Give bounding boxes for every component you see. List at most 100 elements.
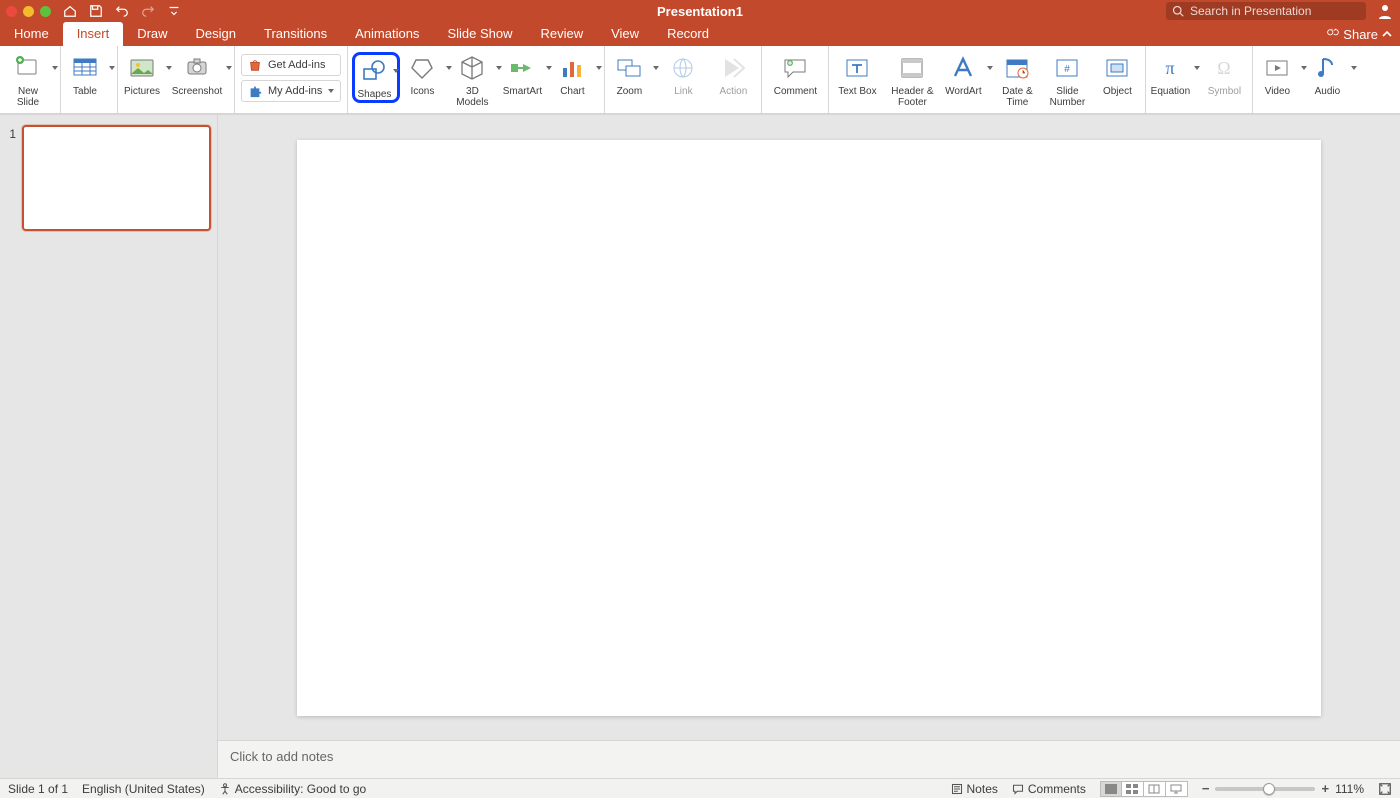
accessibility-icon <box>219 783 231 795</box>
pictures-button[interactable]: Pictures <box>122 52 170 97</box>
cube-icon <box>458 54 486 82</box>
account-avatar-icon[interactable] <box>1376 2 1394 20</box>
table-icon <box>71 54 99 82</box>
zoom-percent[interactable]: 111% <box>1335 782 1364 796</box>
status-accessibility[interactable]: Accessibility: Good to go <box>219 782 366 796</box>
icons-icon <box>408 54 436 82</box>
tab-draw[interactable]: Draw <box>123 22 181 46</box>
ribbon-insert: New Slide Table Pictures Screenshot <box>0 46 1400 114</box>
thumbnail-row[interactable]: 1 <box>6 125 211 231</box>
get-addins-button[interactable]: Get Add-ins <box>241 54 341 76</box>
view-sorter[interactable] <box>1122 781 1144 797</box>
tab-home[interactable]: Home <box>0 22 63 46</box>
titlebar: Presentation1 Search in Presentation <box>0 0 1400 22</box>
thumbnail-slide-1[interactable] <box>22 125 211 231</box>
zoom-out[interactable]: − <box>1202 781 1210 796</box>
object-label: Object <box>1103 86 1132 97</box>
audio-button[interactable]: Audio <box>1307 52 1355 97</box>
view-normal[interactable] <box>1100 781 1122 797</box>
svg-text:π: π <box>1166 58 1175 78</box>
fit-to-window[interactable] <box>1378 782 1392 796</box>
table-button[interactable]: Table <box>65 52 113 97</box>
3d-models-label: 3D Models <box>452 86 492 108</box>
view-modes <box>1100 781 1188 797</box>
audio-label: Audio <box>1315 86 1341 97</box>
zoom-window-icon[interactable] <box>40 6 51 17</box>
view-reading[interactable] <box>1144 781 1166 797</box>
chart-label: Chart <box>560 86 584 97</box>
symbol-button: Ω Symbol <box>1200 52 1248 97</box>
canvas-viewport[interactable] <box>218 115 1400 740</box>
text-box-button[interactable]: Text Box <box>833 52 881 97</box>
textbox-icon <box>843 54 871 82</box>
comment-button[interactable]: Comment <box>766 52 824 97</box>
zoom-button[interactable]: Zoom <box>609 52 657 97</box>
notes-toggle[interactable]: Notes <box>951 782 998 796</box>
get-addins-label: Get Add-ins <box>268 59 325 71</box>
wordart-button[interactable]: WordArt <box>943 52 991 97</box>
comments-toggle[interactable]: Comments <box>1012 782 1086 796</box>
screenshot-button[interactable]: Screenshot <box>172 52 230 97</box>
redo-icon[interactable] <box>141 4 155 18</box>
tab-record[interactable]: Record <box>653 22 723 46</box>
icons-label: Icons <box>410 86 434 97</box>
link-icon <box>669 54 697 82</box>
shapes-button[interactable]: Shapes <box>352 52 400 103</box>
3d-models-button[interactable]: 3D Models <box>452 52 500 108</box>
header-footer-button[interactable]: Header & Footer <box>883 52 941 108</box>
tab-transitions[interactable]: Transitions <box>250 22 341 46</box>
link-label: Link <box>674 86 692 97</box>
tab-slideshow[interactable]: Slide Show <box>433 22 526 46</box>
share-button[interactable]: Share <box>1317 22 1400 46</box>
tab-review[interactable]: Review <box>526 22 597 46</box>
slide-number-button[interactable]: # Slide Number <box>1043 52 1091 108</box>
search-input[interactable]: Search in Presentation <box>1166 2 1366 20</box>
tab-insert[interactable]: Insert <box>63 22 124 46</box>
tab-design[interactable]: Design <box>182 22 250 46</box>
status-language[interactable]: English (United States) <box>82 782 205 796</box>
qat-dropdown-icon[interactable] <box>167 4 181 18</box>
smartart-label: SmartArt <box>503 86 542 97</box>
video-button[interactable]: Video <box>1257 52 1305 97</box>
zoom-slider[interactable] <box>1215 787 1315 791</box>
my-addins-button[interactable]: My Add-ins <box>241 80 341 102</box>
quick-access-toolbar <box>63 4 181 18</box>
home-icon[interactable] <box>63 4 77 18</box>
equation-label: Equation <box>1151 86 1190 97</box>
minimize-window-icon[interactable] <box>23 6 34 17</box>
undo-icon[interactable] <box>115 4 129 18</box>
svg-text:Ω: Ω <box>1218 58 1231 78</box>
video-label: Video <box>1265 86 1290 97</box>
shapes-icon <box>360 57 388 85</box>
save-icon[interactable] <box>89 4 103 18</box>
tab-animations[interactable]: Animations <box>341 22 433 46</box>
slide-canvas[interactable] <box>297 140 1321 716</box>
text-box-label: Text Box <box>838 86 876 97</box>
shapes-label: Shapes <box>357 89 391 100</box>
symbol-icon: Ω <box>1210 54 1238 82</box>
zoom-slider-thumb[interactable] <box>1263 783 1275 795</box>
object-icon <box>1103 54 1131 82</box>
editor-area: Click to add notes <box>218 115 1400 778</box>
pictures-label: Pictures <box>124 86 160 97</box>
date-time-button[interactable]: Date & Time <box>993 52 1041 108</box>
window-controls <box>6 6 51 17</box>
action-label: Action <box>720 86 748 97</box>
chevron-up-icon[interactable] <box>1382 29 1392 39</box>
tab-view[interactable]: View <box>597 22 653 46</box>
close-window-icon[interactable] <box>6 6 17 17</box>
pictures-icon <box>128 54 156 82</box>
new-slide-button[interactable]: New Slide <box>8 52 56 108</box>
zoom-in[interactable]: + <box>1321 781 1329 796</box>
view-slideshow[interactable] <box>1166 781 1188 797</box>
chart-button[interactable]: Chart <box>552 52 600 97</box>
wordart-label: WordArt <box>945 86 982 97</box>
notes-pane[interactable]: Click to add notes <box>218 740 1400 778</box>
smartart-button[interactable]: SmartArt <box>502 52 550 97</box>
icons-button[interactable]: Icons <box>402 52 450 97</box>
screenshot-label: Screenshot <box>172 86 223 97</box>
equation-button[interactable]: π Equation <box>1150 52 1198 97</box>
search-placeholder: Search in Presentation <box>1190 4 1311 18</box>
object-button[interactable]: Object <box>1093 52 1141 97</box>
fit-icon <box>1378 782 1392 796</box>
